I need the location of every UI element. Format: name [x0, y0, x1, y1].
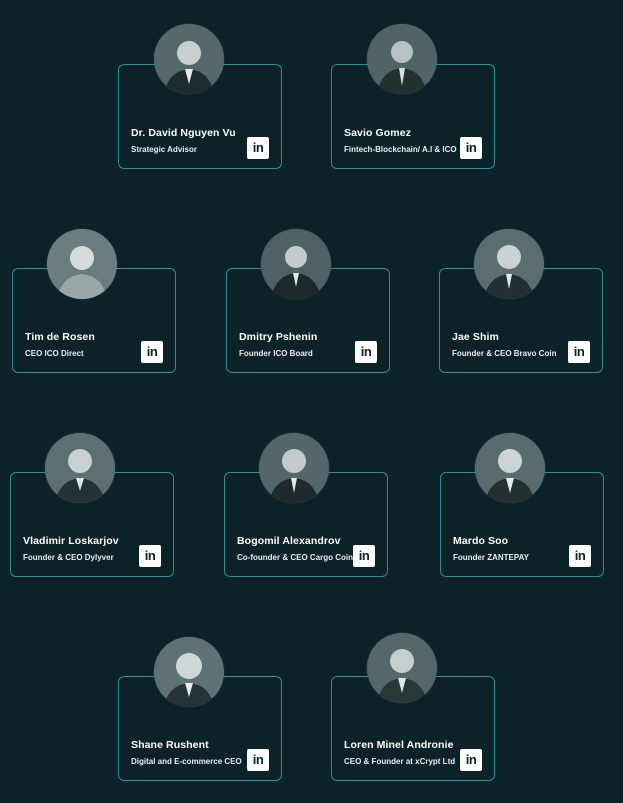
linkedin-icon[interactable]: in: [247, 137, 269, 159]
advisor-role: Digital and E-commerce CEO: [131, 757, 242, 766]
advisor-role: CEO & Founder at xCrypt Ltd: [344, 757, 456, 766]
advisor-name: Savio Gomez: [344, 127, 412, 139]
avatar: [475, 433, 545, 503]
avatar: [474, 229, 544, 299]
linkedin-icon[interactable]: in: [141, 341, 163, 363]
advisor-name: Dmitry Pshenin: [239, 331, 318, 343]
advisor-role: Fintech-Blockchain/ A.I & ICO: [344, 145, 457, 154]
linkedin-icon[interactable]: in: [460, 137, 482, 159]
avatar: [154, 637, 224, 707]
advisor-name: Vladimir Loskarjov: [23, 535, 119, 547]
linkedin-icon[interactable]: in: [460, 749, 482, 771]
linkedin-icon[interactable]: in: [355, 341, 377, 363]
advisor-name: Tim de Rosen: [25, 331, 95, 343]
linkedin-icon[interactable]: in: [353, 545, 375, 567]
advisor-role: CEO ICO Direct: [25, 349, 84, 358]
advisor-role: Founder & CEO Bravo Coin: [452, 349, 557, 358]
advisors-grid: Dr. David Nguyen Vu Strategic Advisor in…: [0, 0, 623, 803]
advisor-name: Loren Minel Andronie: [344, 739, 454, 751]
advisor-role: Founder & CEO Dylyver: [23, 553, 114, 562]
avatar: [45, 433, 115, 503]
advisor-role: Strategic Advisor: [131, 145, 197, 154]
advisor-name: Dr. David Nguyen Vu: [131, 127, 236, 139]
advisor-role: Founder ZANTEPAY: [453, 553, 530, 562]
avatar: [367, 633, 437, 703]
advisor-name: Jae Shim: [452, 331, 499, 343]
advisor-role: Founder ICO Board: [239, 349, 313, 358]
linkedin-icon[interactable]: in: [139, 545, 161, 567]
advisor-name: Mardo Soo: [453, 535, 509, 547]
avatar: [367, 24, 437, 94]
avatar: [261, 229, 331, 299]
avatar: [259, 433, 329, 503]
advisor-role: Co-founder & CEO Cargo Coin: [237, 553, 353, 562]
advisor-name: Bogomil Alexandrov: [237, 535, 341, 547]
linkedin-icon[interactable]: in: [568, 341, 590, 363]
avatar: [47, 229, 117, 299]
advisor-name: Shane Rushent: [131, 739, 209, 751]
linkedin-icon[interactable]: in: [569, 545, 591, 567]
linkedin-icon[interactable]: in: [247, 749, 269, 771]
avatar: [154, 24, 224, 94]
